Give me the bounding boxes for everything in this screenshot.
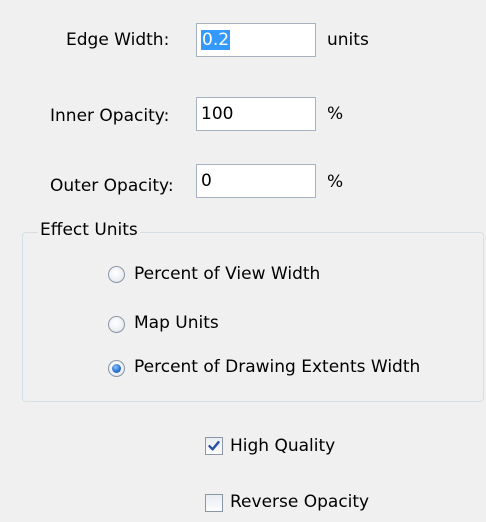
- edge-width-input[interactable]: 0.2: [196, 23, 316, 57]
- reverse-opacity-label[interactable]: Reverse Opacity: [230, 492, 369, 512]
- percent-of-view-width-label[interactable]: Percent of View Width: [134, 264, 320, 284]
- effect-units-title: Effect Units: [38, 218, 140, 242]
- high-quality-checkbox[interactable]: [205, 437, 223, 455]
- outer-opacity-label: Outer Opacity:: [50, 176, 174, 196]
- percent-of-drawing-extents-width-label[interactable]: Percent of Drawing Extents Width: [134, 357, 420, 377]
- inner-opacity-value: 100: [201, 104, 234, 124]
- inner-opacity-input[interactable]: 100: [196, 97, 316, 131]
- map-units-label[interactable]: Map Units: [134, 313, 219, 333]
- percent-of-view-width-radio[interactable]: [108, 266, 125, 283]
- map-units-radio[interactable]: [108, 316, 125, 333]
- high-quality-label[interactable]: High Quality: [230, 436, 335, 456]
- reverse-opacity-checkbox[interactable]: [205, 494, 223, 512]
- radio-selected-dot-icon: [112, 364, 121, 373]
- inner-opacity-unit: %: [327, 104, 344, 124]
- inner-opacity-label: Inner Opacity:: [50, 106, 170, 126]
- checkmark-icon: [208, 441, 220, 451]
- edge-width-unit: units: [327, 30, 369, 50]
- percent-of-drawing-extents-width-radio[interactable]: [108, 360, 125, 377]
- outer-opacity-input[interactable]: 0: [196, 164, 316, 198]
- edge-width-label: Edge Width:: [66, 30, 170, 50]
- outer-opacity-value: 0: [201, 171, 212, 191]
- outer-opacity-unit: %: [327, 172, 344, 192]
- edge-width-value: 0.2: [201, 30, 231, 50]
